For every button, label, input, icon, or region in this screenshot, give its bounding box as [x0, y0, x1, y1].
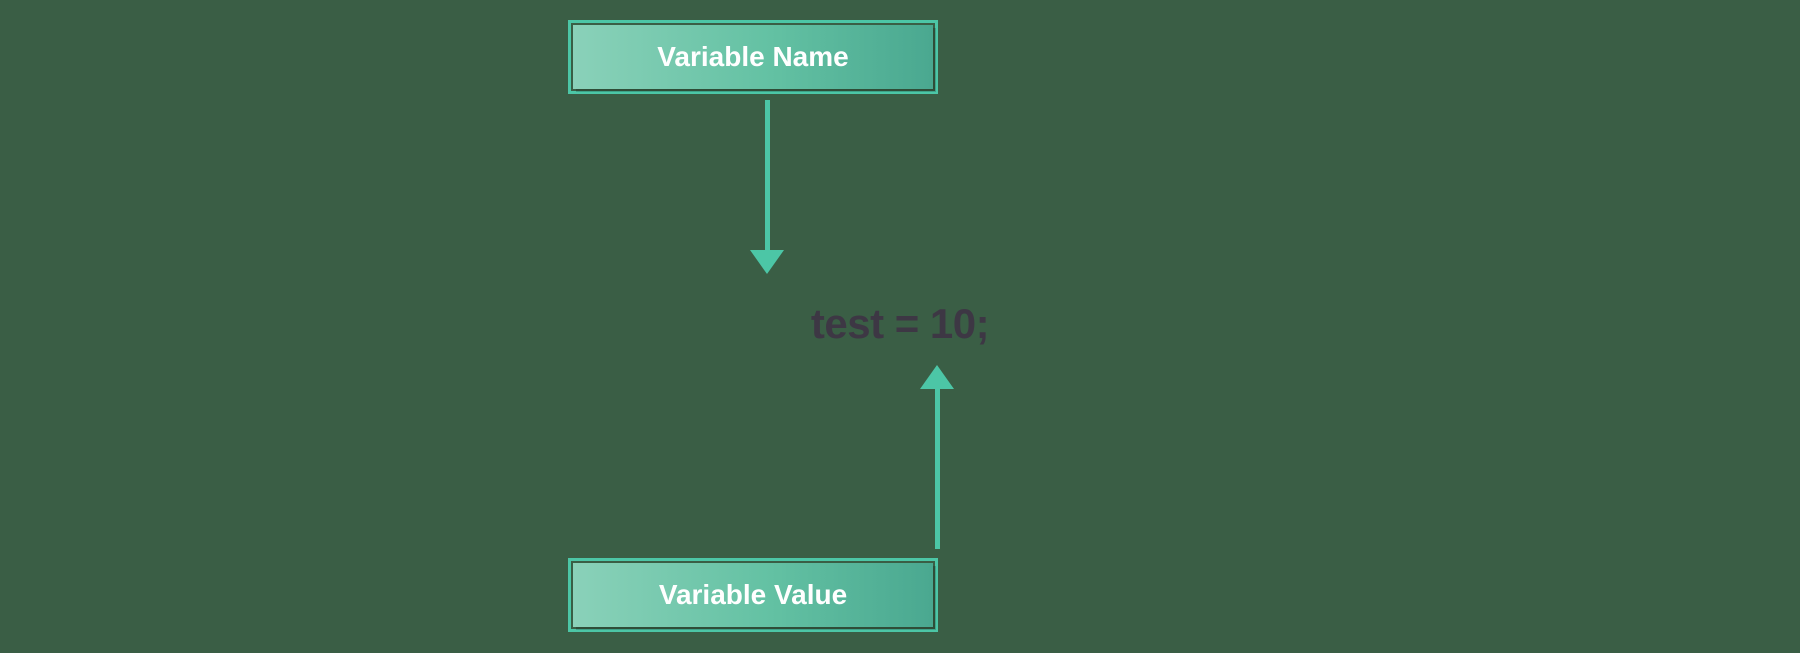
variable-name-label-box: Variable Name — [568, 20, 938, 94]
arrow-up-icon — [920, 365, 954, 549]
variable-value-label: Variable Value — [573, 563, 933, 627]
code-expression: test = 10; — [0, 300, 1800, 348]
variable-name-label: Variable Name — [573, 25, 933, 89]
arrow-down-icon — [750, 100, 784, 274]
variable-value-label-box: Variable Value — [568, 558, 938, 632]
